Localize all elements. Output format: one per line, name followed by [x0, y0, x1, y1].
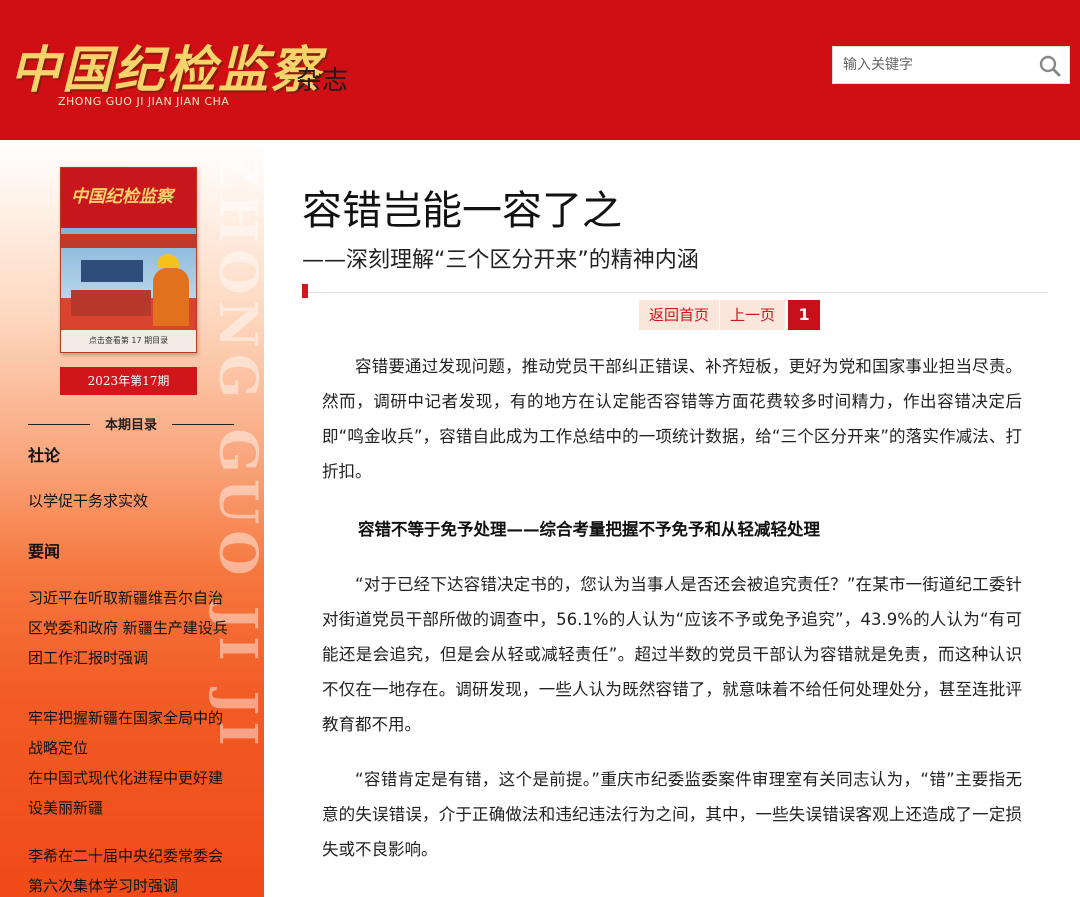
sidebar: ZHONG GUO JI JI 中国纪检监察 点击查看第 17 期目录 2023… — [0, 140, 264, 897]
article-paragraph: 容错要通过发现问题，推动党员干部纠正错误、补齐短板，更好为党和国家事业担当尽责。… — [322, 357, 1022, 481]
toc-link[interactable]: 在中国式现代化进程中更好建设美丽新疆 — [28, 763, 234, 823]
cover-photo-container — [71, 290, 151, 316]
article-paragraph: “容错肯定是有错，这个是前提。”重庆市纪委监委案件审理室有关同志认为，“错”主要… — [322, 770, 1022, 859]
search-icon[interactable] — [1037, 53, 1063, 79]
toc-link[interactable]: 以学促干务求实效 — [28, 486, 238, 516]
search-box — [832, 46, 1070, 84]
cover-photo-worker — [153, 268, 189, 326]
divider — [172, 424, 234, 425]
article-title: 容错岂能一容了之 — [302, 188, 622, 234]
prev-page-button[interactable]: 上一页 — [720, 300, 786, 330]
home-button[interactable]: 返回首页 — [639, 300, 720, 330]
divider — [302, 292, 1048, 293]
toc-heading: 本期目录 — [104, 418, 157, 433]
current-page[interactable]: 1 — [788, 300, 821, 330]
cover-title: 中国纪检监察 — [71, 187, 173, 207]
search-input[interactable] — [833, 47, 1033, 83]
article-section-heading: 容错不等于免予处理——综合考量把握不予免予和从轻减轻处理 — [358, 520, 820, 539]
toc-section-title: 社论 — [28, 446, 61, 465]
toc-link[interactable]: 牢牢把握新疆在国家全局中的战略定位 — [28, 703, 234, 763]
site-logo[interactable]: 中国纪检监察 — [10, 30, 322, 102]
site-logo-pinyin: ZHONG GUO JI JIAN JIAN CHA — [58, 95, 230, 108]
toc-link[interactable]: 习近平在听取新疆维吾尔自治区党委和政府 新疆生产建设兵团工作汇报时强调 — [28, 583, 234, 673]
pagination: 返回首页 上一页 1 — [639, 300, 821, 330]
issue-cover-image[interactable]: 中国纪检监察 点击查看第 17 期目录 — [60, 167, 197, 353]
title-accent-mark — [302, 284, 308, 298]
cover-caption: 点击查看第 17 期目录 — [61, 330, 196, 352]
cover-photo-crane — [61, 234, 196, 248]
issue-label[interactable]: 2023年第17期 — [60, 367, 197, 395]
cover-photo-container — [81, 260, 143, 282]
site-header: 中国纪检监察 杂志 ZHONG GUO JI JIAN JIAN CHA — [0, 0, 1080, 140]
article-main: 容错岂能一容了之 ——深刻理解“三个区分开来”的精神内涵 返回首页 上一页 1 … — [302, 140, 1050, 897]
toc-section-title: 要闻 — [28, 542, 61, 561]
site-logo-suffix: 杂志 — [296, 66, 349, 96]
toc-link[interactable]: 李希在二十届中央纪委常委会第六次集体学习时强调 — [28, 841, 234, 897]
article-subtitle: ——深刻理解“三个区分开来”的精神内涵 — [302, 248, 699, 273]
article-paragraph: “对于已经下达容错决定书的，您认为当事人是否还会被追究责任？”在某市一街道纪工委… — [322, 575, 1022, 734]
